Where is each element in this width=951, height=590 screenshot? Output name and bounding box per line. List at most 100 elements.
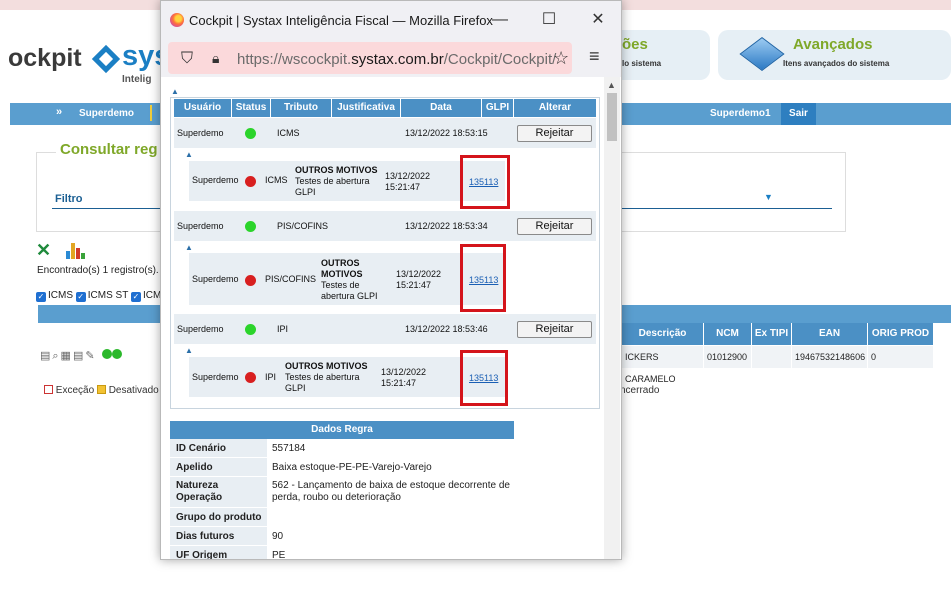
cell-usuario: Superdemo: [177, 324, 224, 334]
col-ncm[interactable]: NCM: [704, 323, 752, 345]
col-ean[interactable]: EAN: [792, 323, 868, 345]
row-action-icons[interactable]: ▤⌕▦▤✎: [40, 349, 122, 363]
sub-motivo-text: Testes de abertura GLPI: [295, 176, 370, 197]
sub-usuario: Superdemo: [192, 175, 239, 185]
header-box-config-title: ões: [622, 36, 648, 53]
rule-field-label: Apelido: [176, 462, 213, 473]
collapse-caret-icon[interactable]: ▲: [185, 346, 193, 355]
th-justificativa: Justificativa: [332, 99, 400, 117]
legend-exception-swatch: [44, 385, 53, 394]
checkbox-icms-st-label: ICMS ST: [87, 290, 129, 301]
reject-button[interactable]: Rejeitar: [517, 125, 592, 142]
logo-subtitle: Intelig: [122, 74, 152, 85]
sub-motivo-title: OUTROS MOTIVOS: [295, 165, 378, 175]
highlight-box: [460, 350, 508, 406]
cell-usuario: Superdemo: [177, 221, 224, 231]
highlight-box: [460, 244, 506, 312]
filter-caret-icon[interactable]: ▼: [764, 192, 773, 202]
checkbox-icms-st[interactable]: ✓: [75, 292, 86, 302]
sub-usuario: Superdemo: [192, 372, 239, 382]
minimize-button[interactable]: —: [488, 9, 512, 31]
checkbox-icm[interactable]: ✓: [130, 292, 141, 302]
cell-orig-prod: 0: [868, 346, 934, 368]
sub-motivo-title: OUTROS MOTIVOS: [321, 258, 363, 279]
logo-diamond-icon: [91, 44, 121, 74]
bookmark-star-icon[interactable]: ☆: [553, 48, 569, 69]
status-green-icon: [245, 211, 256, 241]
rule-field-value: PE: [272, 550, 286, 560]
url-text[interactable]: https://wscockpit.systax.com.br/Cockpit/…: [237, 51, 556, 68]
rule-data-title: Dados Regra: [170, 421, 514, 439]
legend-exception: Exceção: [55, 385, 95, 396]
filter-label[interactable]: Filtro: [55, 193, 83, 205]
cell-data: 13/12/2022 18:53:15: [405, 127, 488, 138]
status-red-icon: [245, 265, 256, 295]
collapse-caret-icon[interactable]: ▲: [185, 243, 193, 252]
legend-closed: ncerrado: [620, 385, 660, 396]
popup-window: Cockpit | Systax Inteligência Fiscal — M…: [160, 0, 622, 560]
checkbox-icms[interactable]: ✓: [36, 292, 46, 302]
status-green-icon: [245, 314, 256, 344]
scroll-up-icon[interactable]: ▲: [607, 80, 616, 90]
status-dot-icon: [111, 349, 122, 359]
nav-separator: [150, 105, 152, 121]
lock-icon[interactable]: 🔒︎: [212, 50, 219, 67]
nav-user-right: Superdemo1: [710, 108, 771, 119]
tax-checkboxes[interactable]: ✓ ICMS ✓ ICMS ST ✓ ICM: [36, 290, 161, 302]
cell-descricao: ICKERS CARAMELO: [622, 346, 704, 384]
reject-button[interactable]: Rejeitar: [517, 321, 592, 338]
rule-field-label: Natureza Operação: [176, 480, 223, 503]
logout-button[interactable]: Sair: [781, 103, 816, 125]
sub-tributo: PIS/COFINS: [265, 274, 317, 284]
th-glpi: GLPI: [482, 99, 513, 117]
th-usuario: Usuário: [174, 99, 231, 117]
rule-field-label: Grupo do produto: [176, 512, 262, 523]
reject-button[interactable]: Rejeitar: [517, 218, 592, 235]
window-title: Cockpit | Systax Inteligência Fiscal — M…: [189, 13, 493, 28]
th-tributo: Tributo: [271, 99, 331, 117]
scrollbar[interactable]: [604, 77, 620, 559]
double-arrow-icon: »: [56, 106, 63, 118]
collapse-caret-icon[interactable]: ▲: [185, 150, 193, 159]
found-count: Encontrado(s) 1 registro(s).: [37, 265, 159, 276]
header-box-advanced-subtitle: Itens avançados do sistema: [783, 59, 890, 68]
close-button[interactable]: ✕: [586, 9, 610, 31]
excel-export-icon[interactable]: ✕: [36, 241, 56, 259]
col-ex-tipi[interactable]: Ex TIPI: [752, 323, 792, 345]
address-field[interactable]: ⛉ 🔒︎ https://wscockpit.systax.com.br/Coc…: [168, 42, 572, 74]
sub-usuario: Superdemo: [192, 274, 239, 284]
shield-icon[interactable]: ⛉: [181, 50, 193, 68]
sub-tributo: IPI: [265, 372, 277, 382]
window-titlebar[interactable]: Cockpit | Systax Inteligência Fiscal — M…: [161, 1, 621, 39]
nav-user[interactable]: Superdemo: [79, 108, 134, 119]
rule-field-value: 562 - Lançamento de baixa de estoque dec…: [272, 480, 510, 503]
logo-word: ockpit: [8, 44, 82, 72]
col-orig-prod[interactable]: ORIG PROD: [868, 323, 934, 345]
rule-field-value: 90: [272, 531, 284, 542]
th-status: Status: [232, 99, 270, 117]
cell-data: 13/12/2022 18:53:34: [405, 220, 488, 231]
status-dot-icon: [101, 349, 112, 359]
th-alterar: Alterar: [514, 99, 596, 117]
status-red-icon: [245, 362, 256, 392]
header-box-advanced-title: Avançados: [793, 36, 873, 53]
status-red-icon: [245, 166, 256, 196]
col-descricao[interactable]: Descrição: [622, 323, 704, 345]
rule-field-value: Baixa estoque-PE-PE-Varejo-Varejo: [272, 462, 432, 473]
cell-tributo: PIS/COFINS: [277, 221, 329, 231]
hamburger-menu-icon[interactable]: ≡: [589, 46, 600, 67]
legend: Exceção Desativado: [44, 385, 159, 396]
cell-tributo: IPI: [277, 324, 289, 334]
th-data: Data: [401, 99, 481, 117]
checkbox-icms-label: ICMS: [48, 290, 73, 301]
sub-motivo-title: OUTROS MOTIVOS: [285, 361, 368, 371]
maximize-button[interactable]: ☐: [537, 9, 561, 31]
cell-data: 13/12/2022 18:53:46: [405, 323, 488, 334]
scroll-thumb[interactable]: [607, 93, 617, 141]
header-box-config-subtitle: lo sistema: [622, 59, 662, 68]
status-green-icon: [245, 118, 256, 148]
collapse-caret-icon[interactable]: ▲: [171, 87, 179, 96]
sub-tributo: ICMS: [265, 175, 288, 185]
legend-disabled-swatch: [96, 385, 106, 394]
chart-icon[interactable]: [66, 241, 86, 259]
